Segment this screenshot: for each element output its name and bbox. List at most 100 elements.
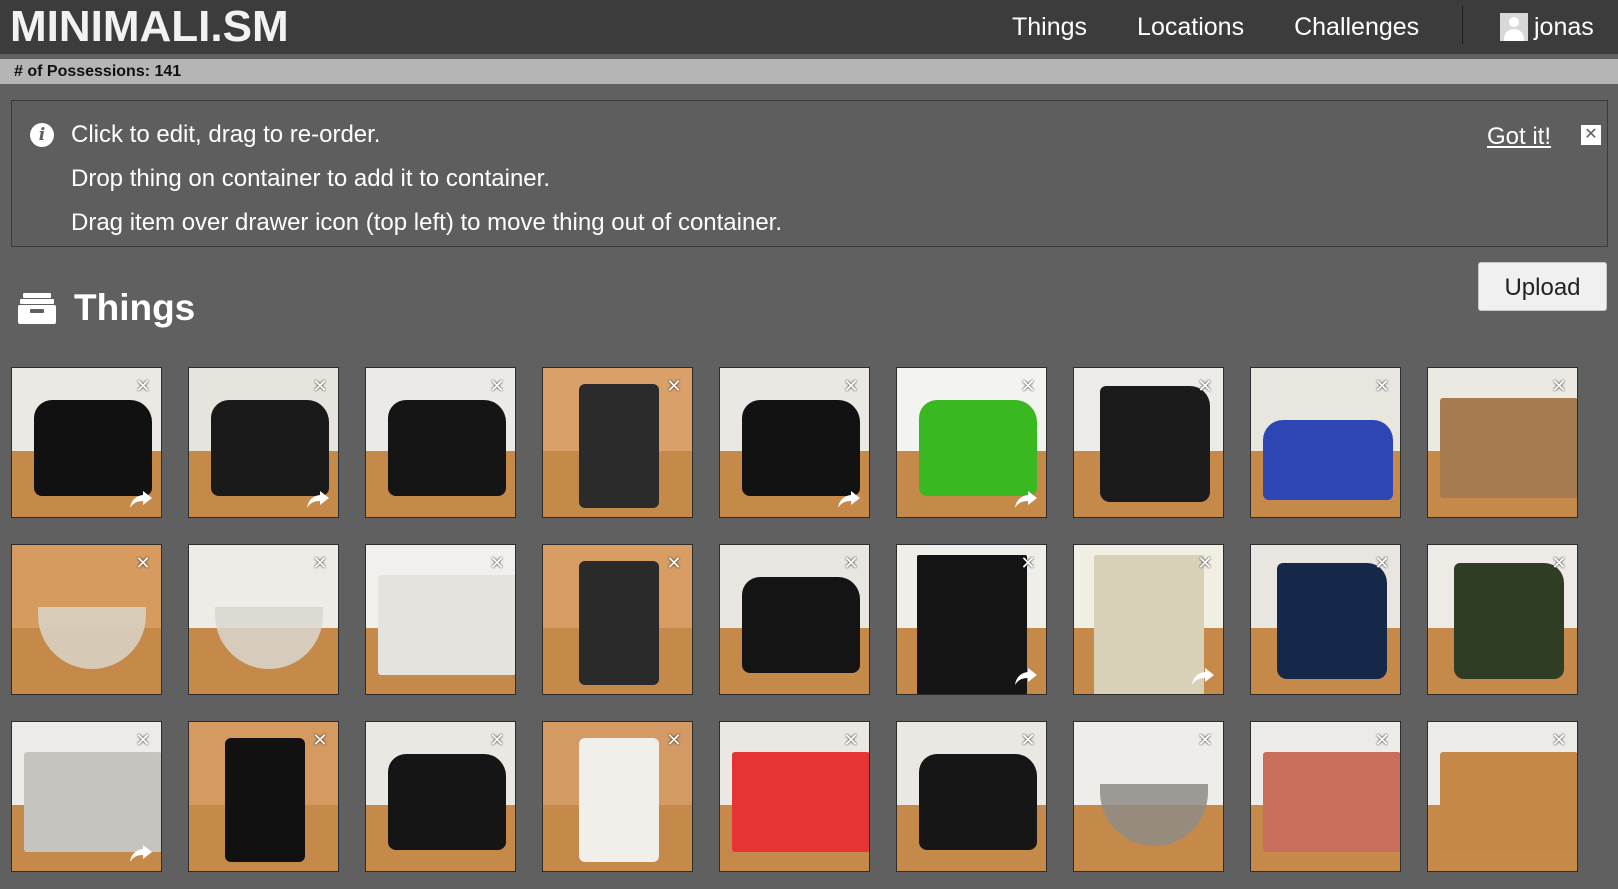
drawer-icon[interactable] [18,292,56,324]
delete-icon[interactable]: ✕ [1374,554,1390,572]
delete-icon[interactable]: ✕ [312,377,328,395]
delete-icon[interactable]: ✕ [135,731,151,749]
delete-icon[interactable]: ✕ [489,554,505,572]
thing-tile[interactable]: ✕ [542,367,693,518]
delete-icon[interactable]: ✕ [1197,731,1213,749]
thing-tile[interactable]: ✕ [719,367,870,518]
black-laptop-bag-picture [388,400,506,496]
delete-icon[interactable]: ✕ [843,554,859,572]
blue-plastic-bag-picture [1277,563,1387,679]
share-arrow-icon[interactable] [129,489,153,509]
delete-icon[interactable]: ✕ [489,377,505,395]
nav-divider [1462,6,1463,44]
red-laundry-basket-picture [732,752,869,852]
thing-tile[interactable]: ✕ [11,721,162,872]
thing-tile[interactable]: ✕ [11,367,162,518]
share-arrow-icon[interactable] [837,489,861,509]
thing-tile[interactable]: ✕ [719,544,870,695]
alarm-clock-picture [579,738,659,862]
delete-icon[interactable]: ✕ [1374,731,1390,749]
green-tarp-bag-picture [1454,563,1564,679]
delete-icon[interactable]: ✕ [666,731,682,749]
thing-tile[interactable]: ✕ [542,721,693,872]
delete-icon[interactable]: ✕ [1551,731,1567,749]
info-panel: i Click to edit, drag to re-order. Drop … [11,100,1608,247]
delete-icon[interactable]: ✕ [1020,377,1036,395]
delete-icon[interactable]: ✕ [843,377,859,395]
user-menu[interactable]: jonas [1500,10,1594,44]
delete-icon[interactable]: ✕ [1197,377,1213,395]
thing-tile[interactable]: ✕ [1250,544,1401,695]
possessions-count: # of Possessions: 141 [14,63,182,80]
got-it-link[interactable]: Got it! [1487,123,1551,151]
black-toiletry-bag-picture [388,754,506,850]
nav-challenges[interactable]: Challenges [1294,13,1419,42]
thing-tile[interactable]: ✕ [1250,367,1401,518]
delete-icon[interactable]: ✕ [1020,554,1036,572]
info-line-2: Drop thing on container to add it to con… [71,165,550,192]
delete-icon[interactable]: ✕ [843,731,859,749]
calendars-picture [1263,752,1400,852]
thing-tile[interactable]: ✕ [1073,544,1224,695]
thing-tile[interactable]: ✕ [1427,544,1578,695]
drawer-cabinet-picture [917,555,1027,694]
thing-tile[interactable]: ✕ [1250,721,1401,872]
shelf-niche-picture [1094,555,1204,694]
delete-icon[interactable]: ✕ [489,731,505,749]
delete-icon[interactable]: ✕ [666,377,682,395]
plastic-box-picture [378,575,515,675]
thing-tile[interactable]: ✕ [188,544,339,695]
delete-icon[interactable]: ✕ [1020,731,1036,749]
delete-icon[interactable]: ✕ [312,554,328,572]
info-line-1: Click to edit, drag to re-order. [71,121,381,148]
thing-tile[interactable]: ✕ [896,367,1047,518]
shoe-brushes-picture [579,561,659,685]
brand-logo[interactable]: MINIMALI.SM [10,2,289,52]
thing-tile[interactable]: ✕ [896,544,1047,695]
delete-icon[interactable]: ✕ [1551,554,1567,572]
green-shopping-bag-picture [919,400,1037,496]
upload-button[interactable]: Upload [1478,262,1607,311]
avatar [1500,13,1528,41]
delete-icon[interactable]: ✕ [1551,377,1567,395]
info-line-3: Drag item over drawer icon (top left) to… [71,209,783,236]
delete-icon[interactable]: ✕ [135,377,151,395]
silver-case-picture [24,752,161,852]
thing-tile[interactable]: ✕ [1427,367,1578,518]
delete-icon[interactable]: ✕ [666,554,682,572]
close-icon[interactable]: ✕ [1581,125,1601,145]
black-travel-bag-picture [34,400,152,496]
black-bag-orange-picture [919,754,1037,850]
thing-tile[interactable]: ✕ [719,721,870,872]
thing-tile[interactable]: ✕ [896,721,1047,872]
delete-icon[interactable]: ✕ [1374,377,1390,395]
thing-tile[interactable]: ✕ [1427,721,1578,872]
thing-tile[interactable]: ✕ [11,544,162,695]
info-icon: i [30,123,54,147]
folded-clothes-picture [1263,420,1393,500]
nav-locations[interactable]: Locations [1137,13,1244,42]
delete-icon[interactable]: ✕ [312,731,328,749]
black-shoulder-bag-picture [211,400,329,496]
share-arrow-icon[interactable] [306,489,330,509]
share-arrow-icon[interactable] [129,843,153,863]
battery-charger-picture [579,384,659,508]
share-arrow-icon[interactable] [1014,666,1038,686]
thing-tile[interactable]: ✕ [365,721,516,872]
phone-on-stand-picture [225,738,305,862]
thing-tile[interactable]: ✕ [1073,721,1224,872]
thing-tile[interactable]: ✕ [542,544,693,695]
nav-things[interactable]: Things [1012,13,1087,42]
delete-icon[interactable]: ✕ [135,554,151,572]
status-bar: # of Possessions: 141 [0,59,1618,84]
thing-tile[interactable]: ✕ [1073,367,1224,518]
thing-tile[interactable]: ✕ [188,367,339,518]
thing-tile[interactable]: ✕ [365,544,516,695]
thing-tile[interactable]: ✕ [365,367,516,518]
page-title: Things [74,287,196,328]
delete-icon[interactable]: ✕ [1197,554,1213,572]
share-arrow-icon[interactable] [1191,666,1215,686]
top-navbar: MINIMALI.SM Things Locations Challenges … [0,0,1618,54]
share-arrow-icon[interactable] [1014,489,1038,509]
thing-tile[interactable]: ✕ [188,721,339,872]
